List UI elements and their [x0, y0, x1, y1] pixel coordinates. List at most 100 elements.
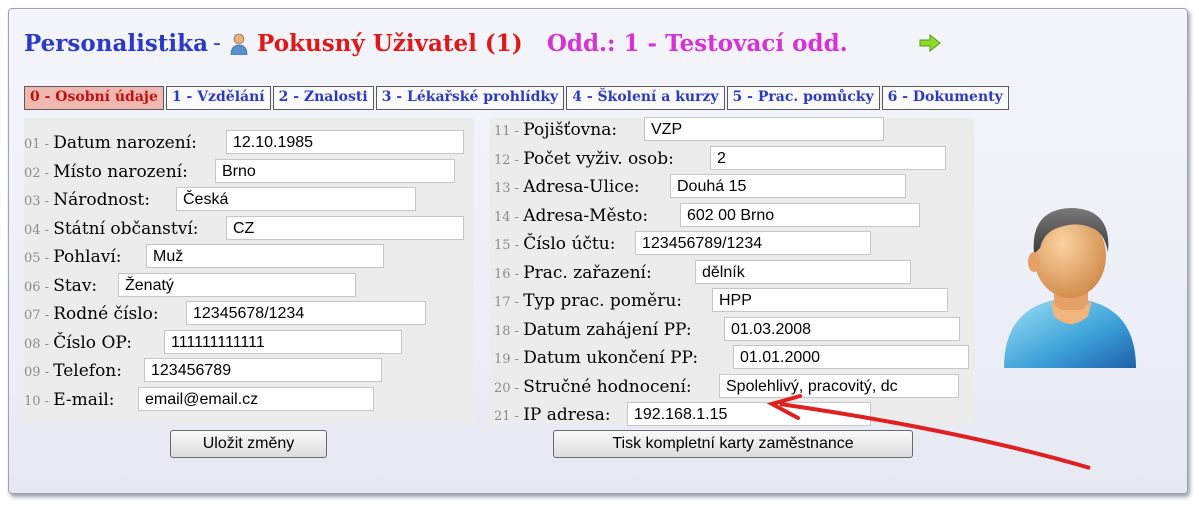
field-number: 21 -: [494, 409, 524, 424]
field-row: 20 - Stručné hodnocení:: [494, 377, 692, 397]
field-row: 19 - Datum ukončení PP:: [494, 348, 698, 368]
tab-6[interactable]: 6 - Dokumenty: [881, 86, 1009, 110]
field-number: 19 -: [494, 352, 524, 367]
field-label: Číslo OP:: [53, 332, 132, 353]
field-input[interactable]: Spolehlivý, pracovitý, dc: [719, 373, 959, 398]
field-number: 12 -: [494, 152, 524, 168]
field-row: 06 - Stav:: [24, 276, 97, 296]
field-row: 11 - Pojišťovna:: [494, 120, 617, 140]
field-label: Prac. zařazení:: [523, 262, 652, 283]
field-input[interactable]: Douhá 15: [670, 174, 906, 198]
field-label: Datum zahájení PP:: [523, 319, 692, 340]
field-row: 03 - Národnost:: [24, 190, 150, 210]
field-input[interactable]: 2: [710, 145, 946, 170]
field-input[interactable]: 01.01.2000: [733, 345, 969, 369]
field-input[interactable]: Brno: [215, 158, 455, 183]
field-row: 10 - E-mail:: [24, 390, 115, 410]
field-number: 02 -: [24, 165, 54, 181]
field-row: 05 - Pohlaví:: [24, 247, 121, 267]
field-label: Pojišťovna:: [523, 120, 618, 140]
field-input[interactable]: Česká: [176, 187, 416, 211]
field-number: 15 -: [494, 238, 524, 253]
title-separator: -: [213, 30, 221, 57]
field-number: 16 -: [494, 266, 524, 282]
field-number: 08 -: [24, 336, 54, 352]
field-label: Počet vyživ. osob:: [523, 148, 674, 169]
field-label: Stav:: [53, 275, 98, 296]
field-row: 18 - Datum zahájení PP:: [494, 320, 692, 340]
tab-0[interactable]: 0 - Osobní údaje: [24, 86, 164, 110]
field-input[interactable]: HPP: [712, 288, 948, 312]
field-label: Číslo účtu:: [523, 234, 616, 254]
field-input[interactable]: 12.10.1985: [226, 130, 464, 154]
field-row: 13 - Adresa-Ulice:: [494, 177, 640, 197]
field-input[interactable]: 123456789/1234: [635, 231, 871, 255]
tab-4[interactable]: 4 - Školení a kurzy: [566, 86, 725, 110]
user-icon: [230, 33, 248, 55]
field-input[interactable]: 111111111111: [164, 329, 402, 354]
field-input[interactable]: 123456789: [144, 358, 382, 382]
field-label: Místo narození:: [53, 161, 188, 182]
field-input[interactable]: Ženatý: [118, 272, 356, 297]
field-label: Datum narození:: [53, 133, 197, 153]
field-label: Národnost:: [53, 190, 150, 210]
tab-1[interactable]: 1 - Vzdělání: [165, 86, 271, 110]
field-label: Státní občanství:: [53, 218, 199, 239]
green-arrow-icon[interactable]: [918, 34, 942, 52]
field-input[interactable]: dělník: [695, 259, 911, 284]
field-number: 07 -: [24, 308, 54, 323]
field-row: 15 - Číslo účtu:: [494, 234, 615, 254]
field-input[interactable]: email@email.cz: [138, 386, 374, 411]
app-title: Personalistika: [24, 30, 208, 57]
field-input[interactable]: CZ: [226, 215, 464, 240]
tab-bar: 0 - Osobní údaje 1 - Vzdělání 2 - Znalosti…: [24, 86, 1011, 110]
field-label: E-mail:: [53, 389, 115, 410]
field-label: Datum ukončení PP:: [523, 348, 699, 368]
field-row: 08 - Číslo OP:: [24, 333, 132, 353]
field-number: 11 -: [494, 124, 524, 139]
tab-5[interactable]: 5 - Prac. pomůcky: [726, 86, 880, 110]
field-row: 16 - Prac. zařazení:: [494, 263, 652, 283]
field-label: IP adresa:: [523, 405, 611, 425]
field-input[interactable]: VZP: [644, 117, 884, 141]
field-row: 17 - Typ prac. poměru:: [494, 291, 682, 311]
field-row: 21 - IP adresa:: [494, 405, 611, 425]
field-input[interactable]: 01.03.2008: [724, 316, 960, 341]
field-number: 13 -: [494, 181, 524, 196]
field-input[interactable]: Muž: [146, 244, 384, 268]
field-input[interactable]: 12345678/1234: [186, 301, 426, 325]
field-row: 12 - Počet vyživ. osob:: [494, 149, 674, 169]
tab-3[interactable]: 3 - Lékařské prohlídky: [375, 86, 565, 110]
print-card-button[interactable]: Tisk kompletní karty zaměstnance: [553, 430, 913, 458]
field-row: 04 - Státní občanství:: [24, 219, 198, 239]
person-avatar-icon: [1004, 208, 1136, 368]
field-label: Typ prac. poměru:: [523, 291, 683, 311]
field-label: Pohlaví:: [53, 247, 122, 267]
field-row: 01 - Datum narození:: [24, 133, 197, 153]
save-button[interactable]: Uložit změny: [170, 430, 327, 458]
field-label: Adresa-Ulice:: [523, 177, 640, 197]
field-input[interactable]: 602 00 Brno: [680, 202, 920, 227]
field-number: 01 -: [24, 137, 54, 152]
field-row: 02 - Místo narození:: [24, 162, 188, 182]
tab-2[interactable]: 2 - Znalosti: [272, 86, 374, 110]
user-name: Pokusný Uživatel (1): [257, 30, 523, 57]
field-number: 06 -: [24, 279, 54, 295]
field-row: 09 - Telefon:: [24, 361, 122, 381]
field-number: 10 -: [24, 393, 54, 409]
field-label: Adresa-Město:: [523, 205, 649, 226]
field-label: Telefon:: [53, 361, 122, 381]
field-label: Stručné hodnocení:: [523, 376, 692, 397]
field-input[interactable]: 192.168.1.15: [627, 402, 871, 426]
field-row: 07 - Rodné číslo:: [24, 304, 159, 324]
page-header: Personalistika - Pokusný Uživatel (1) Od…: [24, 30, 848, 62]
department-label: Odd.: 1 - Testovací odd.: [546, 30, 848, 57]
field-row: 14 - Adresa-Město:: [494, 206, 648, 226]
field-label: Rodné číslo:: [53, 304, 159, 324]
field-number: 09 -: [24, 365, 54, 380]
field-number: 05 -: [24, 251, 54, 266]
field-number: 14 -: [494, 209, 524, 225]
field-number: 18 -: [494, 323, 524, 339]
field-number: 17 -: [494, 295, 524, 310]
field-number: 20 -: [494, 380, 524, 396]
